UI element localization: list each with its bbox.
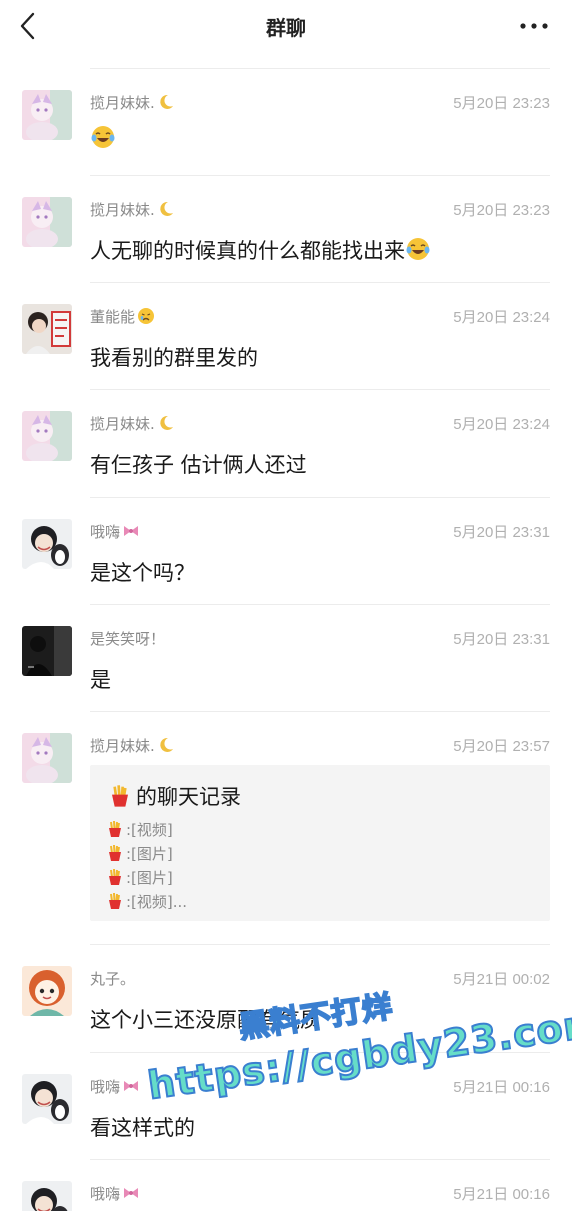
message-text: 我看别的群里发的 (90, 346, 258, 370)
avatar[interactable] (22, 197, 72, 247)
message-time: 5月20日 23:23 (453, 202, 550, 219)
pink-bow-icon (124, 526, 139, 536)
divider (90, 175, 550, 176)
tears-of-joy-emoji-icon (91, 126, 115, 148)
chat-record-line: :[视频] (106, 819, 173, 840)
message-time: 5月20日 23:23 (453, 95, 550, 112)
chat-record-line: :[图片] (106, 843, 173, 864)
message-time: 5月20日 23:31 (453, 524, 550, 541)
sender-name: 董能能 (90, 306, 155, 327)
pink-bow-icon (124, 1081, 139, 1091)
message-text: 是这个吗？ (90, 561, 195, 585)
message-text: 有仨孩子 估计俩人还过 (90, 453, 307, 477)
chat-record-card[interactable]: 的聊天记录 :[视频] :[图片] :[图片] :[视频]... (90, 765, 550, 921)
message-text: 是 (90, 668, 111, 692)
message-time: 5月21日 00:02 (453, 971, 550, 988)
message-time: 5月20日 23:57 (453, 738, 550, 755)
divider (90, 1159, 550, 1160)
french-fries-icon (109, 868, 121, 885)
avatar[interactable] (22, 626, 72, 676)
sender-name: 丸子。 (90, 970, 136, 988)
french-fries-icon (109, 844, 121, 861)
chat-record-line: :[图片] (106, 867, 173, 888)
crescent-moon-icon (160, 415, 173, 430)
page-title: 群聊 (266, 16, 306, 40)
message-time: 5月20日 23:31 (453, 631, 550, 648)
divider (90, 282, 550, 283)
divider (90, 1052, 550, 1053)
chat-record-line: :[视频]... (106, 891, 187, 912)
divider (90, 68, 550, 69)
crescent-moon-icon (160, 94, 173, 109)
french-fries-icon (109, 892, 121, 909)
message-time: 5月20日 23:24 (453, 416, 550, 433)
divider (90, 604, 550, 605)
sender-name: 是笑笑呀！ (90, 630, 166, 648)
more-dots-icon (520, 23, 548, 29)
message-text: 看这样式的 (90, 1116, 195, 1140)
french-fries-icon (109, 820, 121, 837)
sender-name: 哦嗨 (90, 1076, 140, 1097)
message-text (90, 124, 116, 151)
avatar[interactable] (22, 411, 72, 461)
message-text: 人无聊的时候真的什么都能找出来 (90, 235, 431, 265)
avatar[interactable] (22, 90, 72, 140)
sender-name: 揽月妹妹. (90, 735, 175, 756)
divider (90, 711, 550, 712)
avatar[interactable] (22, 1074, 72, 1124)
pink-bow-icon (124, 1188, 139, 1198)
message-text: 这个小三还没原配有气质 (90, 1008, 321, 1032)
crescent-moon-icon (160, 737, 173, 752)
crescent-moon-icon (160, 201, 173, 216)
sender-name: 哦嗨 (90, 1183, 140, 1204)
sender-name: 揽月妹妹. (90, 199, 175, 220)
chat-record-title: 的聊天记录 (108, 781, 241, 811)
avatar[interactable] (22, 1181, 72, 1211)
message-time: 5月20日 23:24 (453, 309, 550, 326)
french-fries-icon (112, 785, 128, 807)
divider (90, 389, 550, 390)
sender-name: 哦嗨 (90, 521, 140, 542)
message-time: 5月21日 00:16 (453, 1186, 550, 1203)
sender-name: 揽月妹妹. (90, 413, 175, 434)
crying-face-icon (138, 308, 155, 324)
avatar[interactable] (22, 966, 72, 1016)
avatar[interactable] (22, 304, 72, 354)
chat-header: 群聊 (0, 0, 572, 54)
divider (90, 944, 550, 945)
more-button[interactable] (518, 14, 550, 38)
sender-name: 揽月妹妹. (90, 92, 175, 113)
avatar[interactable] (22, 733, 72, 783)
message-time: 5月21日 00:16 (453, 1079, 550, 1096)
avatar[interactable] (22, 519, 72, 569)
tears-of-joy-emoji-icon (406, 238, 430, 260)
divider (90, 497, 550, 498)
